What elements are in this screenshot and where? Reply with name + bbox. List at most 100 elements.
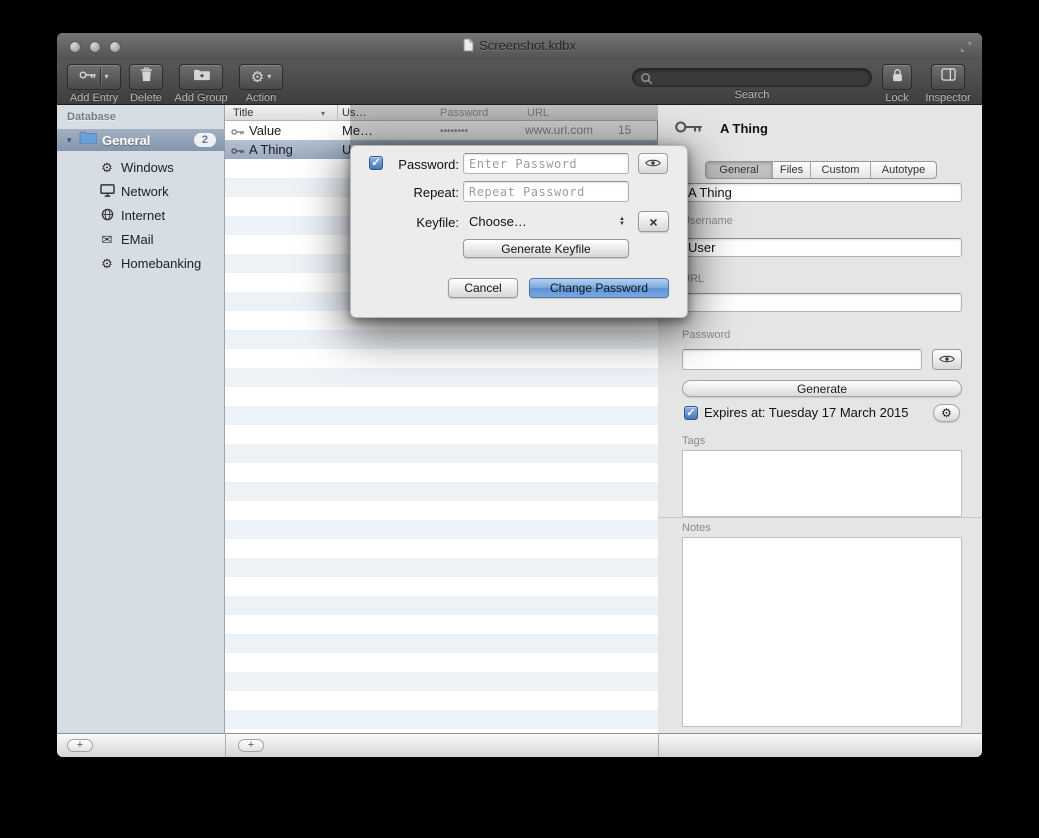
globe-icon [99,208,115,223]
sidebar-item-label: Internet [121,208,165,223]
monitor-icon [99,184,115,199]
inspector-panel: A Thing General Files Custom Autotype Us… [658,105,982,733]
titlebar: Screenshot.kdbx [57,33,982,60]
username-field[interactable] [682,238,962,257]
panel-divider [658,733,659,757]
delete-label: Delete [128,92,164,104]
folder-icon [79,131,97,149]
check-icon: ✓ [371,157,380,169]
disclosure-triangle-icon[interactable]: ▾ [67,135,79,146]
generate-password-button[interactable]: Generate [682,380,962,397]
gear-icon: ⚙ [941,406,952,420]
add-group-label: Add Group [172,92,230,104]
clear-keyfile-button[interactable]: × [638,211,669,232]
column-header-title[interactable]: Title [233,107,253,119]
sort-arrow-icon: ▾ [321,109,325,118]
dialog-repeat-label: Repeat: [387,185,459,200]
key-icon [674,117,704,142]
sidebar-group-general[interactable]: ▾ General 2 [57,129,225,151]
reveal-password-button[interactable] [932,349,962,370]
add-entry-plus-button[interactable]: + [238,739,264,752]
stepper-arrows-icon: ▲▼ [619,217,629,227]
fullscreen-icon[interactable] [960,40,972,58]
trash-icon [140,67,153,87]
chevron-down-icon: ▾ [267,73,271,81]
sidebar: Database ▾ General 2 ⚙ Windows Network I… [57,105,225,733]
inspector-button[interactable]: Inspector [923,64,973,104]
envelope-icon: ✉ [99,233,115,246]
sidebar-item-internet[interactable]: Internet [57,204,225,226]
generate-keyfile-button[interactable]: Generate Keyfile [463,239,629,258]
cancel-button[interactable]: Cancel [448,278,518,298]
expires-label: Expires at: Tuesday 17 March 2015 [704,405,909,420]
add-group-button[interactable]: Add Group [172,64,230,104]
inspector-label: Inspector [923,92,973,104]
dialog-reveal-password-button[interactable] [638,153,668,174]
expires-checkbox[interactable]: ✓ [684,406,698,420]
eye-icon [939,351,955,369]
add-entry-button[interactable]: ▾ Add Entry [66,64,122,104]
document-icon [463,38,474,55]
toolbar-search: Search [632,64,872,101]
search-label: Search [632,89,872,101]
sheet-dim-overlay [350,105,658,145]
username-label: Username [682,215,733,227]
sidebar-group-label: General [102,133,194,148]
dialog-password-input[interactable] [463,153,629,174]
section-divider [658,517,982,518]
url-field[interactable] [682,293,962,312]
lock-icon [892,68,903,87]
sidebar-item-network[interactable]: Network [57,180,225,202]
tab-files[interactable]: Files [772,162,810,179]
dialog-repeat-input[interactable] [463,181,629,202]
inspector-panel-icon [941,68,956,86]
change-password-dialog: ✓ Password: Repeat: Keyfile: Choose… ▲▼ … [350,145,688,318]
notes-label: Notes [682,522,711,534]
delete-button[interactable]: Delete [128,64,164,104]
panel-divider [225,733,226,757]
tab-general[interactable]: General [706,162,772,179]
expires-options-button[interactable]: ⚙ [933,404,960,422]
search-input[interactable] [657,69,863,86]
window-title: Screenshot.kdbx [57,38,982,55]
tags-label: Tags [682,435,705,447]
sidebar-item-label: Network [121,184,169,199]
sidebar-item-email[interactable]: ✉ EMail [57,228,225,250]
bottom-bar: + + [57,733,982,757]
gear-icon: ⚙ [99,161,115,174]
toolbar: ▾ Add Entry Delete Add Group ⚙ ▾ [57,60,982,105]
tab-autotype[interactable]: Autotype [870,162,936,179]
dialog-password-checkbox[interactable]: ✓ [369,156,383,170]
close-icon: × [649,214,657,230]
dialog-password-label: Password: [387,157,459,172]
action-button[interactable]: ⚙ ▾ Action [238,64,284,104]
add-group-plus-button[interactable]: + [67,739,93,752]
count-badge: 2 [194,133,216,147]
eye-icon [645,155,661,173]
folder-plus-icon [193,68,210,86]
column-divider[interactable] [337,105,338,121]
lock-button[interactable]: Lock [881,64,913,104]
notes-textarea[interactable] [682,537,962,727]
change-password-button[interactable]: Change Password [529,278,669,298]
gear-icon: ⚙ [99,257,115,270]
sidebar-header: Database [67,111,116,123]
entry-title: A Thing [249,142,293,157]
app-window: Screenshot.kdbx ▾ Add Entry Delete [57,33,982,757]
title-field[interactable] [682,183,962,202]
sidebar-item-label: EMail [121,232,154,247]
keyfile-popup[interactable]: Choose… ▲▼ [463,211,629,232]
gear-icon: ⚙ [251,70,264,85]
password-label: Password [682,329,730,341]
entry-title: Value [249,123,281,138]
segment-divider [100,68,101,86]
sidebar-item-homebanking[interactable]: ⚙ Homebanking [57,252,225,274]
tags-textarea[interactable] [682,450,962,517]
tab-custom[interactable]: Custom [810,162,870,179]
keyfile-popup-value: Choose… [463,214,527,229]
add-entry-label: Add Entry [66,92,122,104]
password-field[interactable] [682,349,922,370]
key-icon [231,125,245,140]
sidebar-item-windows[interactable]: ⚙ Windows [57,156,225,178]
inspector-entry-title: A Thing [720,121,768,136]
